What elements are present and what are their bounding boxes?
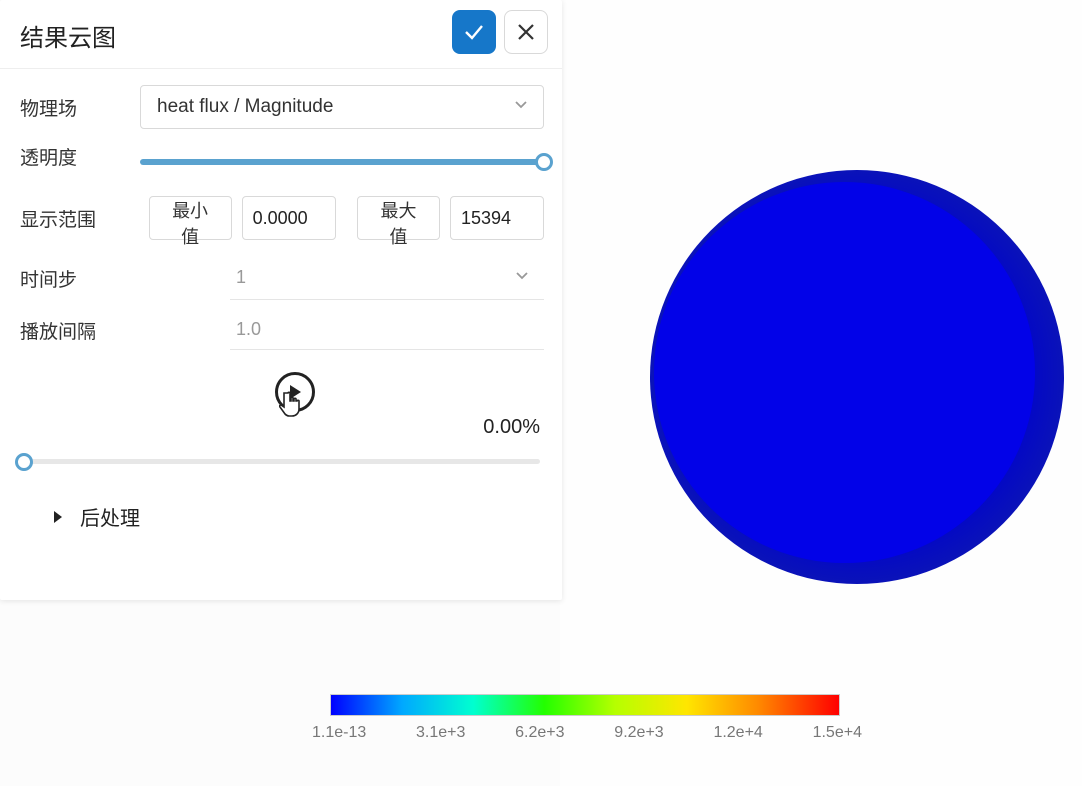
play-icon bbox=[288, 384, 302, 400]
close-icon bbox=[516, 22, 536, 42]
range-label: 显示范围 bbox=[20, 205, 149, 232]
colorbar-tick: 3.1e+3 bbox=[416, 724, 465, 742]
interval-input[interactable] bbox=[230, 310, 544, 350]
colorbar-tick: 1.2e+4 bbox=[713, 724, 762, 742]
colorbar-tick: 9.2e+3 bbox=[614, 724, 663, 742]
confirm-button[interactable] bbox=[452, 10, 496, 54]
colorbar-ticks: 1.1e-13 3.1e+3 6.2e+3 9.2e+3 1.2e+4 1.5e… bbox=[312, 716, 862, 742]
panel-title: 结果云图 bbox=[20, 18, 116, 53]
range-min-button[interactable]: 最小值 bbox=[149, 196, 232, 240]
play-button[interactable] bbox=[275, 372, 315, 412]
postprocess-label: 后处理 bbox=[80, 502, 140, 531]
range-max-input[interactable] bbox=[450, 196, 544, 240]
opacity-slider-thumb[interactable] bbox=[535, 153, 553, 171]
check-icon bbox=[462, 20, 486, 44]
chevron-down-icon bbox=[513, 96, 529, 118]
colorbar-tick: 6.2e+3 bbox=[515, 724, 564, 742]
timestep-select[interactable]: 1 bbox=[230, 256, 544, 300]
physics-field-label: 物理场 bbox=[20, 94, 140, 121]
timeline-slider[interactable] bbox=[24, 459, 540, 464]
opacity-slider[interactable] bbox=[140, 159, 544, 165]
interval-label: 播放间隔 bbox=[20, 317, 230, 344]
range-min-input[interactable] bbox=[242, 196, 336, 240]
result-contour-panel: 结果云图 物理场 heat flux / Magnitude bbox=[0, 0, 562, 600]
postprocess-section-header[interactable]: 后处理 bbox=[20, 488, 544, 531]
timestep-label: 时间步 bbox=[20, 265, 230, 292]
colorbar-gradient bbox=[330, 694, 840, 716]
colorbar-tick: 1.1e-13 bbox=[312, 724, 366, 742]
timeline-slider-thumb[interactable] bbox=[15, 453, 33, 471]
result-sphere bbox=[650, 170, 1064, 584]
physics-field-select[interactable]: heat flux / Magnitude bbox=[140, 85, 544, 129]
timestep-value: 1 bbox=[236, 267, 246, 288]
colorbar-tick: 1.5e+4 bbox=[813, 724, 862, 742]
caret-right-icon bbox=[54, 511, 62, 523]
chevron-down-icon bbox=[514, 267, 530, 289]
physics-field-value: heat flux / Magnitude bbox=[157, 96, 333, 118]
viewport-3d[interactable] bbox=[560, 0, 1082, 786]
opacity-label: 透明度 bbox=[20, 143, 140, 170]
range-max-button[interactable]: 最大值 bbox=[357, 196, 440, 240]
colorbar: 1.1e-13 3.1e+3 6.2e+3 9.2e+3 1.2e+4 1.5e… bbox=[330, 694, 840, 742]
close-button[interactable] bbox=[504, 10, 548, 54]
progress-percent: 0.00% bbox=[20, 416, 544, 439]
